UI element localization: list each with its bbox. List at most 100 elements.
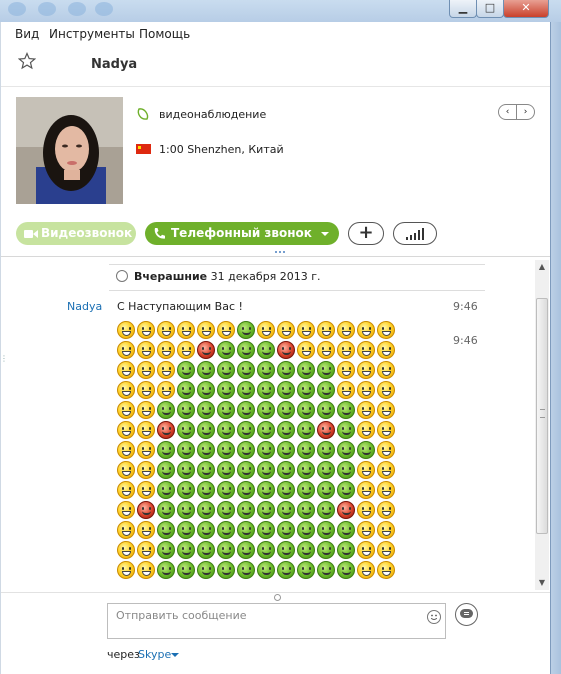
sick-emoticon-icon [217,541,235,559]
scroll-down-arrow-icon[interactable]: ▼ [535,576,549,590]
chat-scrollbar[interactable]: ▲ ▼ [535,260,549,590]
sick-emoticon-icon [237,541,255,559]
window-frame-right [550,22,561,674]
phone-call-button[interactable]: Телефонный звонок [145,222,339,245]
sick-emoticon-icon [317,441,335,459]
sick-emoticon-icon [257,421,275,439]
compose-divider [1,592,550,593]
menu-help[interactable]: Помощь [139,27,190,41]
sick-emoticon-icon [277,361,295,379]
profile-nav-arrows: ‹ › [498,104,535,120]
message-sender[interactable]: Nadya [67,300,102,313]
sick-emoticon-icon [337,401,355,419]
sick-emoticon-icon [177,501,195,519]
star-icon[interactable] [18,52,36,70]
sick-emoticon-icon [297,421,315,439]
sick-emoticon-icon [217,561,235,579]
sick-emoticon-icon [237,441,255,459]
sick-emoticon-icon [177,421,195,439]
menubar: Вид Инструменты Помощь [0,24,550,43]
sick-emoticon-icon [277,521,295,539]
sick-emoticon-icon [297,401,315,419]
sick-emoticon-icon [217,421,235,439]
sick-emoticon-icon [257,481,275,499]
smile-emoticon-icon [137,481,155,499]
emoticon-icon[interactable] [427,610,441,624]
smile-emoticon-icon [357,321,375,339]
sick-emoticon-icon [337,481,355,499]
sick-emoticon-icon [177,381,195,399]
sick-emoticon-icon [197,361,215,379]
sick-emoticon-icon [237,401,255,419]
prev-arrow-icon[interactable]: ‹ [499,105,516,119]
chevron-down-icon[interactable] [321,232,329,236]
sick-emoticon-icon [197,461,215,479]
smile-emoticon-icon [357,561,375,579]
smile-emoticon-icon [377,421,395,439]
smile-emoticon-icon [337,341,355,359]
next-arrow-icon[interactable]: › [516,105,534,119]
smile-emoticon-icon [117,541,135,559]
sick-emoticon-icon [217,441,235,459]
sick-emoticon-icon [197,421,215,439]
avatar[interactable] [16,97,123,204]
sick-emoticon-icon [157,461,175,479]
chat-history[interactable]: Вчерашние 31 декабря 2013 г. Nadya С Нас… [1,257,550,592]
add-participant-button[interactable]: + [348,222,384,245]
scroll-up-arrow-icon[interactable]: ▲ [535,260,549,274]
smile-emoticon-icon [357,361,375,379]
sick-emoticon-icon [217,481,235,499]
phone-icon [154,228,165,239]
close-button[interactable]: ✕ [503,0,549,18]
smile-emoticon-icon [377,381,395,399]
sick-emoticon-icon [217,381,235,399]
smile-emoticon-icon [377,321,395,339]
resize-grip-icon[interactable] [273,250,287,254]
send-button[interactable] [455,603,478,626]
minimize-button[interactable]: ▁ [449,0,477,18]
video-call-button[interactable]: Видеозвонок [16,222,136,245]
devil-emoticon-icon [277,341,295,359]
smile-emoticon-icon [377,561,395,579]
sick-emoticon-icon [277,541,295,559]
call-quality-button[interactable] [393,222,437,245]
chevron-down-icon[interactable] [171,653,179,657]
message-input[interactable]: Отправить сообщение [107,603,446,639]
sick-emoticon-icon [157,521,175,539]
smile-emoticon-icon [137,321,155,339]
sick-emoticon-icon [197,521,215,539]
sick-emoticon-icon [277,421,295,439]
smile-emoticon-icon [277,321,295,339]
sick-emoticon-icon [157,481,175,499]
smile-emoticon-icon [137,381,155,399]
smile-emoticon-icon [357,381,375,399]
smile-emoticon-icon [377,521,395,539]
sick-emoticon-icon [337,541,355,559]
smile-emoticon-icon [157,321,175,339]
video-call-label: Видеозвонок [41,226,133,240]
sick-emoticon-icon [277,381,295,399]
menu-view[interactable]: Вид [15,27,39,41]
sick-emoticon-icon [257,381,275,399]
smile-emoticon-icon [357,501,375,519]
smile-emoticon-icon [377,361,395,379]
sick-emoticon-icon [257,541,275,559]
blurred-taskbar-icon [95,2,113,16]
window-titlebar: ▁ □ ✕ [0,0,561,22]
via-label: через [107,648,140,661]
smile-emoticon-icon [317,341,335,359]
smile-emoticon-icon [357,341,375,359]
sick-emoticon-icon [277,561,295,579]
smile-emoticon-icon [357,401,375,419]
sick-emoticon-icon [197,401,215,419]
sick-emoticon-icon [317,501,335,519]
sick-emoticon-icon [257,501,275,519]
maximize-button[interactable]: □ [476,0,504,18]
compose-resize-handle[interactable] [274,594,281,601]
menu-tools[interactable]: Инструменты [49,27,135,41]
scroll-thumb[interactable] [536,298,548,534]
via-service-selector[interactable]: Skype [138,648,171,661]
signal-icon [406,228,424,240]
sick-emoticon-icon [277,461,295,479]
flag-icon [136,144,151,154]
